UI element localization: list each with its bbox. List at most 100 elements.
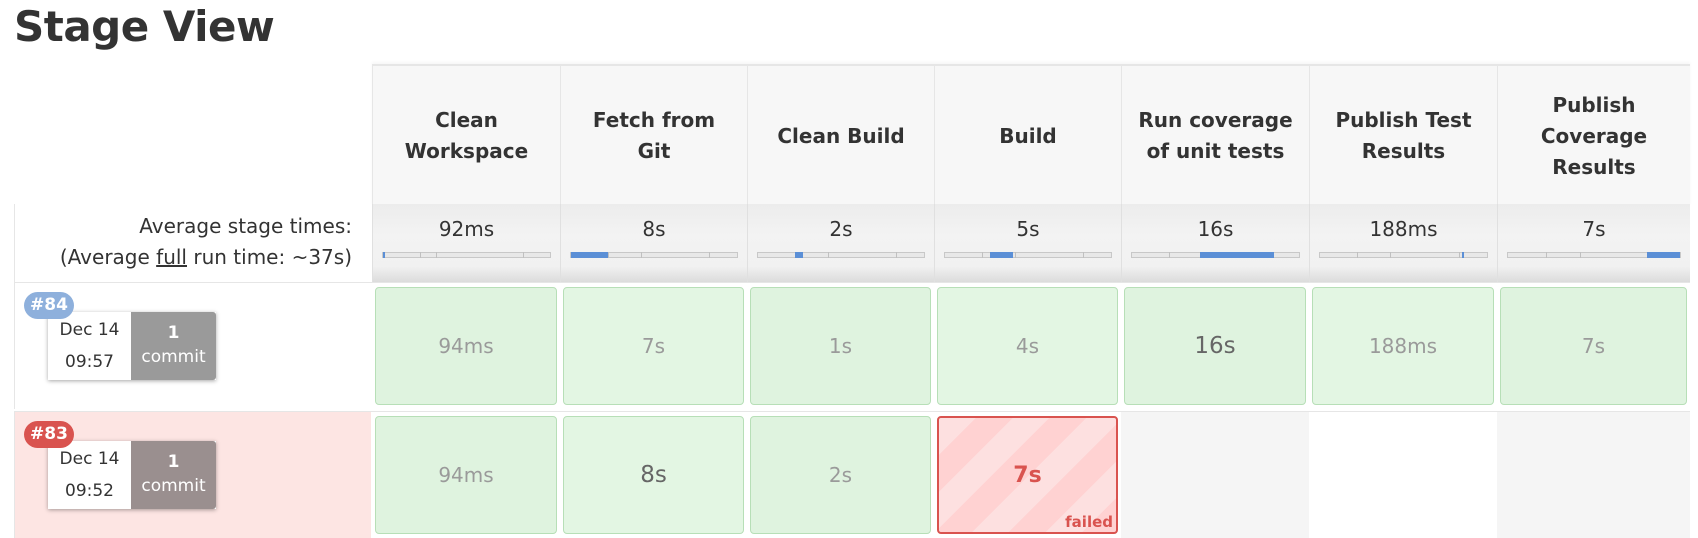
stage-header-label: Clean Build: [769, 121, 912, 152]
commit-count: 1: [167, 452, 180, 472]
run-time: 09:57: [65, 352, 114, 372]
stage-cell-success[interactable]: 94ms: [375, 416, 557, 534]
stage-cell-success[interactable]: 7s: [563, 287, 744, 405]
page-title: Stage View: [14, 2, 275, 51]
stage-duration: 8s: [640, 462, 667, 488]
stage-header-5[interactable]: Run coverage of unit tests: [1121, 66, 1309, 206]
run-info-box: Dec 14 09:57 1 commit: [48, 312, 216, 380]
stage-duration: 16s: [1194, 333, 1236, 359]
stage-duration: 94ms: [438, 463, 494, 487]
stage-cell-success[interactable]: 8s: [563, 416, 744, 534]
average-time-cell: 8s: [560, 204, 747, 282]
stage-duration: 7s: [1581, 334, 1606, 358]
average-time-bar: [1507, 252, 1681, 258]
stage-duration: 7s: [641, 334, 666, 358]
bar-fill: [1461, 252, 1464, 258]
stage-header-label: Run coverage of unit tests: [1130, 105, 1300, 167]
average-time-bar: [570, 252, 738, 258]
stage-header-label: Build: [991, 121, 1065, 152]
bar-tick: [523, 252, 525, 258]
stage-header-line: of unit tests: [1146, 139, 1285, 163]
bar-tick: [419, 252, 421, 258]
bar-tick: [981, 252, 983, 258]
stage-header-3[interactable]: Clean Build: [747, 66, 934, 206]
bar-tick: [1580, 252, 1582, 258]
run-date-time: Dec 14 09:57: [48, 312, 131, 380]
stage-cell-success[interactable]: 94ms: [375, 287, 557, 405]
stage-duration: 94ms: [438, 334, 494, 358]
run-commits-button[interactable]: 1 commit: [131, 312, 216, 380]
stage-duration: 2s: [828, 463, 853, 487]
bar-tick: [1014, 252, 1016, 258]
average-time-bar: [944, 252, 1112, 258]
empty-stage-cell: [1121, 412, 1309, 538]
average-times-label: Average stage times: (Average full run t…: [14, 204, 352, 282]
stage-header-line: Workspace: [404, 139, 529, 163]
bar-tick: [1356, 252, 1358, 258]
bar-fill: [989, 252, 1014, 258]
empty-stage-cell: [1309, 412, 1497, 538]
bar-tick: [827, 252, 829, 258]
average-time-cell: 2s: [747, 204, 934, 282]
bar-tick: [1390, 252, 1392, 258]
average-time-cell: 7s: [1497, 204, 1690, 282]
stage-duration: 1s: [828, 334, 853, 358]
run-number-badge[interactable]: #84: [24, 292, 74, 319]
bar-tick: [640, 252, 642, 258]
stage-cell-success[interactable]: 7s: [1500, 287, 1687, 405]
average-time-bar: [1131, 252, 1300, 258]
stage-header-line: Publish: [1552, 92, 1636, 117]
average-time-value: 5s: [1016, 217, 1040, 241]
stage-header-line: Results: [1361, 139, 1446, 163]
stage-cell-success[interactable]: 4s: [937, 287, 1118, 405]
run-time: 09:52: [65, 481, 114, 501]
bar-tick: [895, 252, 897, 258]
stage-header-line: Run coverage: [1138, 108, 1293, 132]
bar-tick: [1458, 252, 1460, 258]
bar-fill: [383, 252, 385, 258]
stage-cell-success[interactable]: 188ms: [1312, 287, 1494, 405]
run-date-time: Dec 14 09:52: [48, 441, 131, 509]
stage-cell-failed[interactable]: 7s failed: [937, 416, 1118, 534]
stage-header-4[interactable]: Build: [934, 66, 1121, 206]
average-time-bar: [382, 252, 551, 258]
run-info-box: Dec 14 09:52 1 commit: [48, 441, 216, 509]
stage-header-line: Build: [999, 123, 1057, 148]
run-commits-button[interactable]: 1 commit: [131, 441, 216, 509]
stage-header-line: Publish Test: [1335, 108, 1472, 132]
stage-status-label: failed: [1065, 513, 1113, 531]
stage-duration: 188ms: [1368, 334, 1438, 358]
run-number-badge[interactable]: #83: [24, 421, 74, 448]
stage-header-7[interactable]: Publish Coverage Results: [1497, 66, 1690, 206]
average-time-bar: [1319, 252, 1488, 258]
stage-header-line: Coverage: [1540, 123, 1648, 148]
average-time-value: 8s: [642, 217, 666, 241]
stage-header-label: Clean Workspace: [397, 105, 536, 167]
stage-header-6[interactable]: Publish Test Results: [1309, 66, 1497, 206]
stage-header-line: Clean: [435, 108, 498, 132]
average-time-value: 2s: [829, 217, 853, 241]
bar-fill: [1647, 252, 1680, 258]
average-stage-times-text: Average stage times:: [139, 214, 352, 238]
bar-tick: [708, 252, 710, 258]
stage-header-line: Results: [1552, 154, 1636, 179]
stage-header-label: Publish Test Results: [1327, 105, 1479, 167]
average-full-run-time: (Average full run time: ~37s): [59, 245, 352, 269]
stage-header-2[interactable]: Fetch from Git: [560, 66, 747, 206]
bar-tick: [1545, 252, 1547, 258]
stage-header-label: Publish Coverage Results: [1533, 90, 1655, 183]
bar-fill: [571, 252, 608, 258]
stage-cell-success[interactable]: 1s: [750, 287, 931, 405]
stage-cell-success[interactable]: 16s: [1124, 287, 1306, 405]
average-time-value: 188ms: [1369, 217, 1438, 241]
stage-header-line: Git: [637, 139, 671, 163]
full-run-link[interactable]: full: [156, 245, 187, 269]
stage-header-1[interactable]: Clean Workspace: [372, 66, 560, 206]
stage-cell-success[interactable]: 2s: [750, 416, 931, 534]
stage-header-line: Clean Build: [777, 123, 905, 148]
bar-tick: [1082, 252, 1084, 258]
commit-word: commit: [141, 347, 206, 367]
commit-word: commit: [141, 476, 206, 496]
bar-fill: [1200, 252, 1274, 258]
stage-header-line: Fetch from: [592, 108, 716, 132]
